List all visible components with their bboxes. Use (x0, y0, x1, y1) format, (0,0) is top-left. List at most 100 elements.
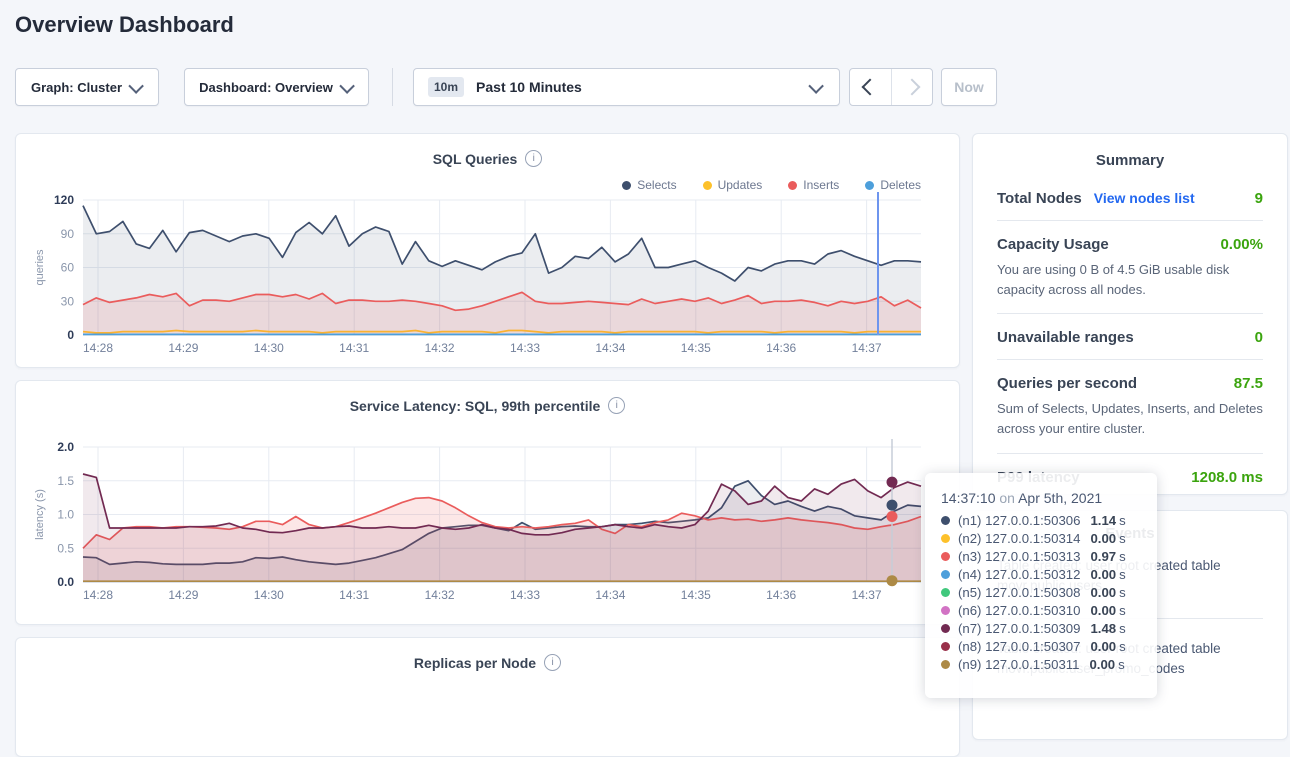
time-prev-button[interactable] (850, 69, 891, 105)
hover-dot (887, 500, 898, 511)
node-address: (n8) 127.0.0.1:50307 (958, 639, 1080, 654)
chevron-down-icon (128, 78, 144, 94)
view-nodes-list-link[interactable]: View nodes list (1094, 190, 1195, 206)
sql-queries-chart[interactable]: 14:2814:2914:3014:3114:3214:3314:3414:35… (16, 134, 961, 367)
svg-text:14:30: 14:30 (254, 341, 284, 355)
chevron-down-icon (808, 78, 824, 94)
dashboard-dropdown-label: Dashboard: Overview (199, 80, 333, 95)
tooltip-node-row: (n4) 127.0.0.1:50312 0.00s (941, 565, 1141, 583)
node-latency-value: 0.00s (1090, 531, 1125, 546)
summary-row: Total Nodes View nodes list 9 (997, 175, 1263, 220)
node-color-dot-icon (941, 660, 950, 669)
svg-text:queries: queries (34, 249, 46, 286)
controls-bar: Graph: Cluster Dashboard: Overview 10m P… (0, 68, 1290, 106)
node-color-dot-icon (941, 642, 950, 651)
tooltip-node-row: (n6) 127.0.0.1:50310 0.00s (941, 601, 1141, 619)
svg-text:0.0: 0.0 (57, 575, 74, 589)
service-latency-card: Service Latency: SQL, 99th percentile i … (15, 380, 960, 625)
summary-value: 1208.0 ms (1191, 469, 1263, 486)
time-range-dropdown[interactable]: 10m Past 10 Minutes (413, 68, 840, 106)
svg-text:30: 30 (61, 294, 75, 308)
summary-row: Queries per second 87.5 Sum of Selects, Up… (997, 359, 1263, 452)
svg-text:14:30: 14:30 (254, 588, 284, 602)
svg-text:14:29: 14:29 (168, 588, 198, 602)
summary-label: Total Nodes (997, 190, 1082, 207)
now-button[interactable]: Now (941, 68, 997, 106)
node-color-dot-icon (941, 516, 950, 525)
summary-description: You are using 0 B of 4.5 GiB usable disk… (997, 260, 1263, 300)
svg-text:14:34: 14:34 (595, 588, 625, 602)
time-range-badge: 10m (428, 77, 464, 97)
graph-dropdown-label: Graph: Cluster (31, 80, 122, 95)
summary-description: Sum of Selects, Updates, Inserts, and De… (997, 399, 1263, 439)
node-latency-value: 0.00s (1090, 603, 1125, 618)
node-latency-value: 0.00s (1090, 585, 1125, 600)
svg-text:14:29: 14:29 (168, 341, 198, 355)
tooltip-node-row: (n1) 127.0.0.1:50306 1.14s (941, 511, 1141, 529)
node-address: (n9) 127.0.0.1:50311 (958, 657, 1079, 672)
node-color-dot-icon (941, 588, 950, 597)
summary-value: 0.00% (1220, 236, 1263, 253)
node-address: (n1) 127.0.0.1:50306 (958, 513, 1080, 528)
svg-text:0: 0 (67, 328, 74, 342)
time-next-button[interactable] (891, 69, 933, 105)
svg-text:14:32: 14:32 (425, 588, 455, 602)
summary-row: Unavailable ranges 0 (997, 313, 1263, 359)
svg-text:1.5: 1.5 (57, 474, 74, 488)
hover-dot (887, 575, 898, 586)
controls-divider (392, 68, 393, 106)
summary-rows: Total Nodes View nodes list 9 Capacity Usag… (973, 169, 1287, 499)
replicas-per-node-card: Replicas per Node i (15, 637, 960, 757)
summary-label: Queries per second (997, 375, 1137, 392)
svg-text:latency (s): latency (s) (34, 489, 46, 540)
svg-text:14:28: 14:28 (83, 341, 113, 355)
svg-text:0.5: 0.5 (57, 541, 74, 555)
svg-text:90: 90 (61, 227, 75, 241)
svg-text:14:33: 14:33 (510, 588, 540, 602)
svg-text:1.0: 1.0 (57, 508, 74, 522)
svg-text:14:32: 14:32 (425, 341, 455, 355)
node-latency-value: 0.00s (1090, 567, 1125, 582)
node-color-dot-icon (941, 552, 950, 561)
node-latency-value: 1.14s (1090, 513, 1125, 528)
node-address: (n4) 127.0.0.1:50312 (958, 567, 1080, 582)
node-address: (n2) 127.0.0.1:50314 (958, 531, 1080, 546)
info-icon[interactable]: i (544, 654, 561, 671)
svg-text:14:31: 14:31 (339, 341, 369, 355)
summary-value: 0 (1255, 329, 1263, 346)
tooltip-node-row: (n8) 127.0.0.1:50307 0.00s (941, 637, 1141, 655)
time-nav-group (849, 68, 933, 106)
node-color-dot-icon (941, 534, 950, 543)
svg-text:14:36: 14:36 (766, 588, 796, 602)
graph-dropdown[interactable]: Graph: Cluster (15, 68, 159, 106)
svg-text:14:35: 14:35 (681, 588, 711, 602)
chart-title-replicas-per-node: Replicas per Node (414, 655, 536, 671)
node-color-dot-icon (941, 606, 950, 615)
node-latency-value: 0.97s (1090, 549, 1125, 564)
node-address: (n3) 127.0.0.1:50313 (958, 549, 1080, 564)
svg-text:14:31: 14:31 (339, 588, 369, 602)
node-latency-value: 0.00s (1090, 639, 1125, 654)
summary-label: Capacity Usage (997, 236, 1109, 253)
summary-value: 87.5 (1234, 375, 1263, 392)
svg-text:14:36: 14:36 (766, 341, 796, 355)
hover-dot (887, 511, 898, 522)
svg-text:14:37: 14:37 (852, 588, 882, 602)
chevron-left-icon (862, 79, 879, 96)
node-address: (n6) 127.0.0.1:50310 (958, 603, 1080, 618)
service-latency-chart[interactable]: 14:28 14:29 14:30 14:31 14:32 14:33 14:34 14:35… (16, 381, 961, 624)
dashboard-dropdown[interactable]: Dashboard: Overview (184, 68, 369, 106)
sql-queries-card: SQL Queries i SelectsUpdatesInsertsDelet… (15, 133, 960, 368)
svg-text:14:34: 14:34 (595, 341, 625, 355)
overview-dashboard-page: Overview Dashboard Graph: Cluster Dashbo… (0, 0, 1290, 689)
summary-label: Unavailable ranges (997, 329, 1134, 346)
svg-text:14:28: 14:28 (83, 588, 113, 602)
summary-value: 9 (1255, 190, 1263, 207)
node-color-dot-icon (941, 624, 950, 633)
chevron-down-icon (339, 78, 355, 94)
svg-text:120: 120 (54, 193, 74, 207)
tooltip-node-row: (n7) 127.0.0.1:503091.48s (941, 619, 1141, 637)
tooltip-node-row: (n2) 127.0.0.1:50314 0.00s (941, 529, 1141, 547)
svg-text:2.0: 2.0 (57, 440, 74, 454)
time-range-label: Past 10 Minutes (476, 79, 582, 95)
